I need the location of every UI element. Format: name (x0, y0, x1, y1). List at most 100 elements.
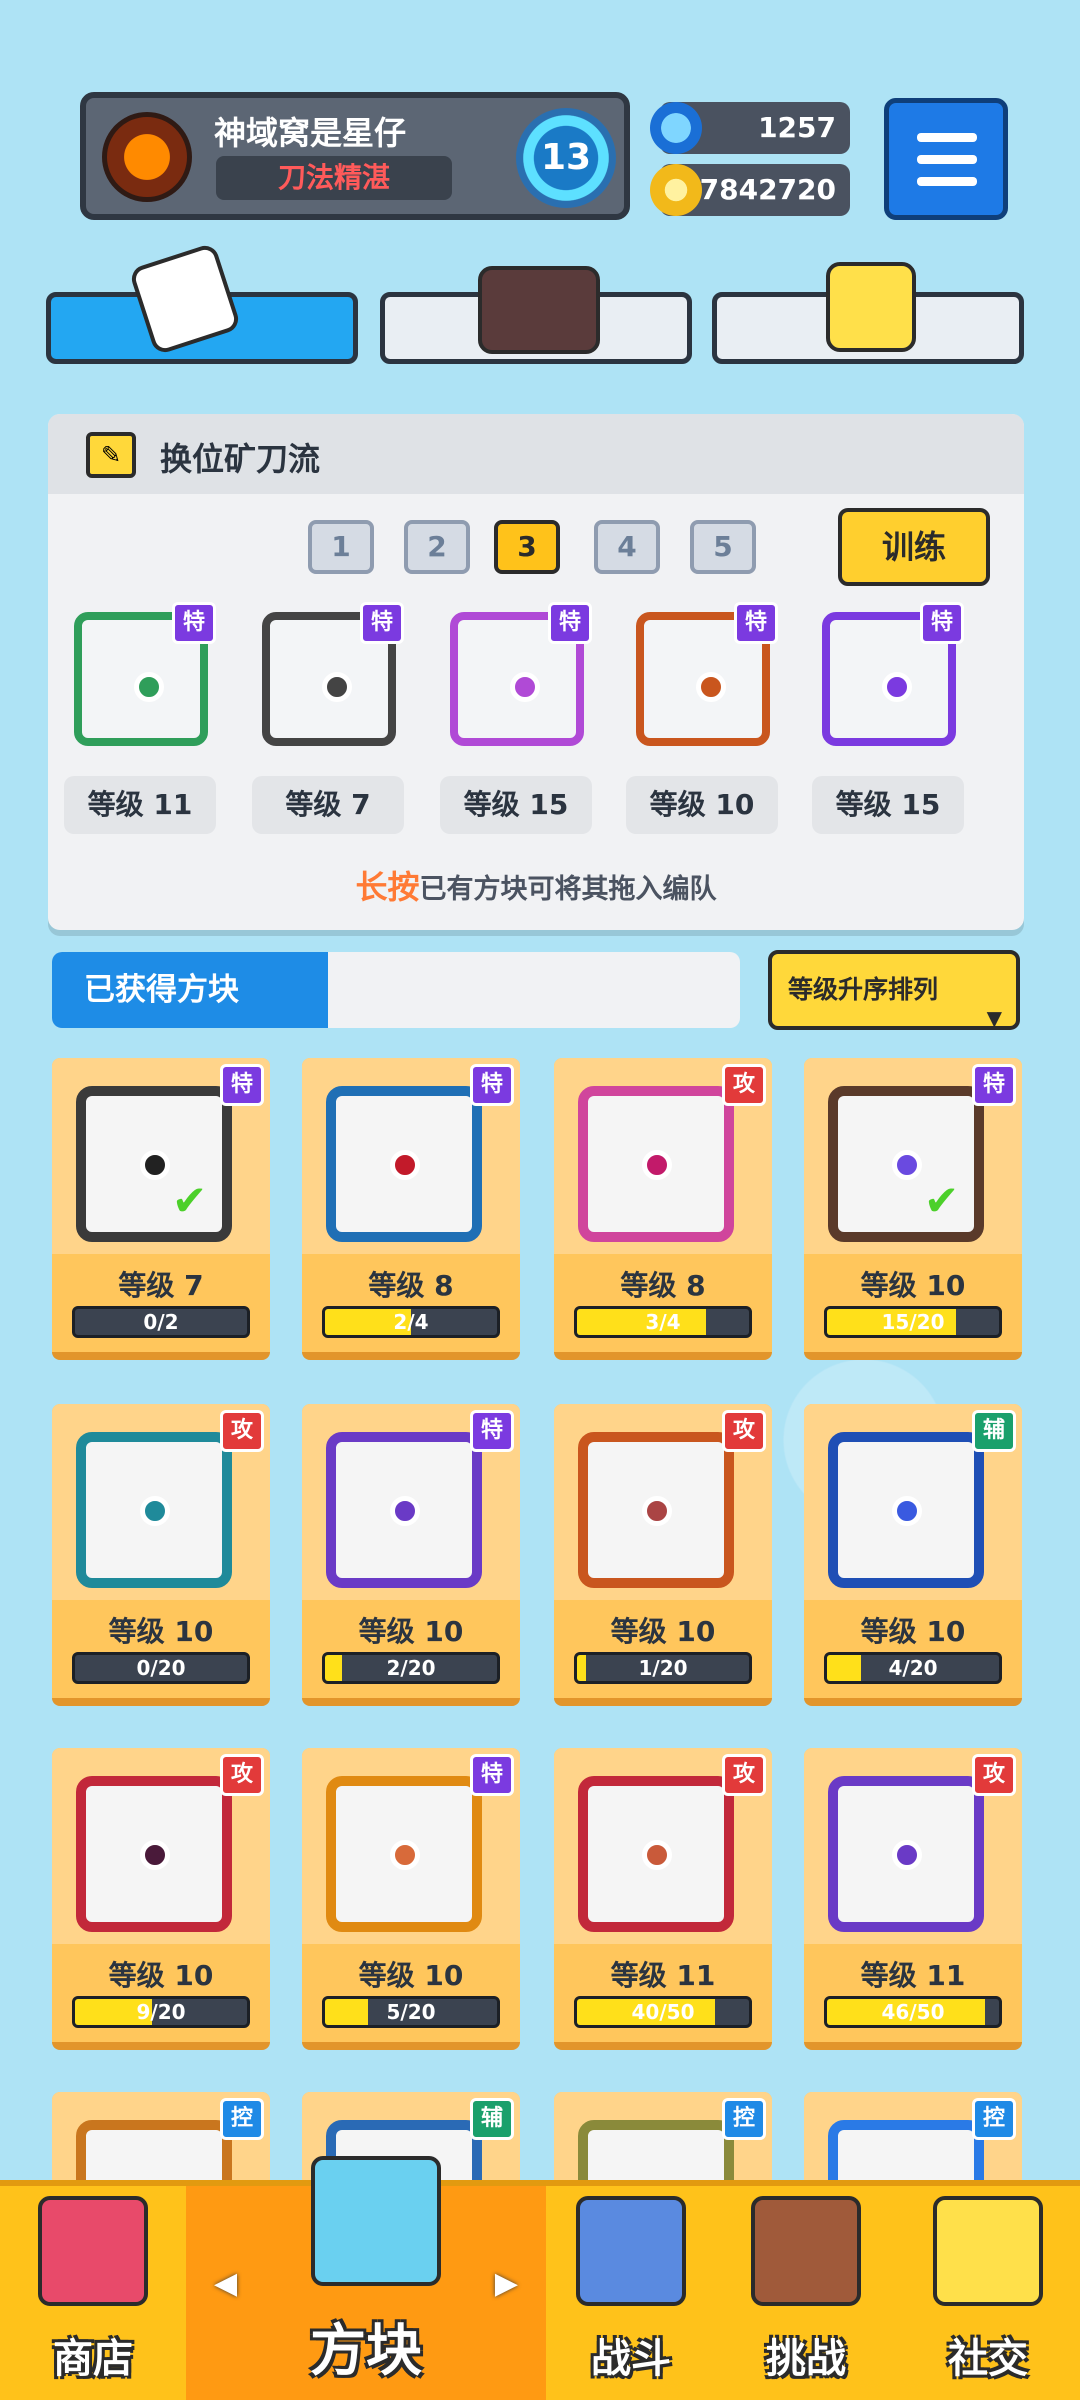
progress-text: 40/50 (631, 2000, 695, 2024)
cube-frame (76, 1776, 232, 1932)
card-level: 等级 10 (358, 1959, 464, 1992)
progress-bar: 1/20 (574, 1652, 752, 1684)
loadout-card[interactable]: 特 (254, 602, 404, 752)
progress-text: 46/50 (881, 2000, 945, 2024)
edit-icon[interactable]: ✎ (86, 432, 136, 478)
progress-text: 5/20 (386, 2000, 436, 2024)
progress-bar: 46/50 (824, 1996, 1002, 2028)
cube-card[interactable]: 攻等级 10 0/20 (52, 1404, 270, 1706)
type-tag: 特 (734, 602, 778, 644)
cube-frame (326, 1086, 482, 1242)
cube-frame (326, 1432, 482, 1588)
card-level: 等级 10 (108, 1959, 214, 1992)
cube-core (390, 1496, 420, 1526)
progress-text: 9/20 (136, 2000, 186, 2024)
loadout-header: ✎ 换位矿刀流 (48, 414, 1024, 494)
menu-button[interactable] (884, 98, 1008, 220)
type-tag: 控 (972, 2098, 1016, 2140)
progress-text: 0/2 (143, 1310, 179, 1334)
type-tag: 辅 (972, 1410, 1016, 1452)
chevron-right-icon[interactable]: ▶ (495, 2266, 518, 2301)
loadout-card[interactable]: 特 (628, 602, 778, 752)
progress-text: 0/20 (136, 1656, 186, 1680)
cube-frame (578, 1086, 734, 1242)
slot-tab-5[interactable]: 5 (690, 520, 756, 574)
sort-label: 等级升序排列 (788, 975, 939, 1004)
nav-cube[interactable]: 方块 ◀ ▶ (186, 2156, 546, 2400)
cube-card[interactable]: 特 ✔ 等级 10 15/20 (804, 1058, 1022, 1360)
progress-text: 4/20 (888, 1656, 938, 1680)
rank-badge[interactable]: 13 (516, 108, 616, 208)
in-deck-check-icon: ✔ (172, 1176, 208, 1225)
loadout-panel: ✎ 换位矿刀流 1 2 3 4 5 训练 特等级 11 特等级 7 特等级 15 特等… (48, 414, 1024, 930)
cube-card[interactable]: 特 ✔ 等级 7 0/2 (52, 1058, 270, 1360)
type-tag: 攻 (722, 1064, 766, 1106)
nav-social[interactable]: 社交 (896, 2186, 1080, 2400)
cube-frame (828, 1086, 984, 1242)
cube-card[interactable]: 特等级 10 5/20 (302, 1748, 520, 2050)
card-level: 等级 7 (118, 1269, 204, 1302)
slot-tab-3[interactable]: 3 (494, 520, 560, 574)
cube-card[interactable]: 特等级 10 2/20 (302, 1404, 520, 1706)
cube-card[interactable]: 攻等级 8 3/4 (554, 1058, 772, 1360)
card-level: 等级 10 (860, 1615, 966, 1648)
cube-card[interactable]: 攻等级 11 46/50 (804, 1748, 1022, 2050)
cube-core (892, 1150, 922, 1180)
obtained-label: 已获得方块 (52, 952, 328, 1028)
nav-battle[interactable]: 战斗 (546, 2186, 716, 2400)
progress-bar: 4/20 (824, 1652, 1002, 1684)
progress-bar: 0/2 (72, 1306, 250, 1338)
card-level: 等级 10 (108, 1615, 214, 1648)
slot-tab-4[interactable]: 4 (594, 520, 660, 574)
progress-bar: 3/4 (574, 1306, 752, 1338)
nav-challenge[interactable]: 挑战 (716, 2186, 896, 2400)
nav-shop[interactable]: 商店 (0, 2186, 186, 2400)
progress-text: 2/4 (393, 1310, 429, 1334)
type-tag: 攻 (722, 1754, 766, 1796)
type-tag: 特 (548, 602, 592, 644)
cube-card[interactable]: 特等级 8 2/4 (302, 1058, 520, 1360)
drag-hint: 长按已有方块可将其拖入编队 (48, 862, 1024, 908)
cube-card[interactable]: 攻等级 10 1/20 (554, 1404, 772, 1706)
loadout-card-level: 等级 15 (812, 776, 964, 834)
loadout-card[interactable]: 特 (442, 602, 592, 752)
cube-card[interactable]: 攻等级 11 40/50 (554, 1748, 772, 2050)
slot-tab-1[interactable]: 1 (308, 520, 374, 574)
type-tag: 特 (360, 602, 404, 644)
sort-button[interactable]: 等级升序排列 ▼ (768, 950, 1020, 1030)
type-tag: 特 (920, 602, 964, 644)
nav-label: 战斗 (591, 2336, 671, 2382)
battle-icon (576, 2196, 686, 2306)
cube-core (390, 1840, 420, 1870)
cube-core (140, 1496, 170, 1526)
loadout-card[interactable]: 特 (66, 602, 216, 752)
loadout-card[interactable]: 特 (814, 602, 964, 752)
avatar[interactable] (102, 112, 192, 202)
progress-text: 3/4 (645, 1310, 681, 1334)
chevron-left-icon[interactable]: ◀ (214, 2266, 237, 2301)
profile-card[interactable]: 神域窝是星仔 刀法精湛 13 (80, 92, 630, 220)
card-level: 等级 8 (620, 1269, 706, 1302)
cube-core (322, 672, 352, 702)
progress-text: 2/20 (386, 1656, 436, 1680)
cube-frame (76, 1432, 232, 1588)
progress-text: 1/20 (638, 1656, 688, 1680)
cube-core (134, 672, 164, 702)
emote-icon (826, 262, 916, 352)
bottom-nav: 商店 方块 ◀ ▶ 战斗 挑战 社交 (0, 2156, 1080, 2400)
progress-bar: 40/50 (574, 1996, 752, 2028)
nav-label: 社交 (948, 2336, 1028, 2382)
card-level: 等级 11 (610, 1959, 716, 1992)
slot-tab-2[interactable]: 2 (404, 520, 470, 574)
train-button[interactable]: 训练 (838, 508, 990, 586)
card-level: 等级 11 (860, 1959, 966, 1992)
cube-core (882, 672, 912, 702)
cube-card[interactable]: 攻等级 10 9/20 (52, 1748, 270, 2050)
player-name: 神域窝是星仔 (214, 114, 407, 152)
challenge-icon (751, 2196, 861, 2306)
type-tag: 特 (220, 1064, 264, 1106)
cube-icon (311, 2156, 441, 2286)
cube-core (140, 1840, 170, 1870)
nav-label: 方块 (310, 2319, 422, 2384)
cube-card[interactable]: 辅等级 10 4/20 (804, 1404, 1022, 1706)
